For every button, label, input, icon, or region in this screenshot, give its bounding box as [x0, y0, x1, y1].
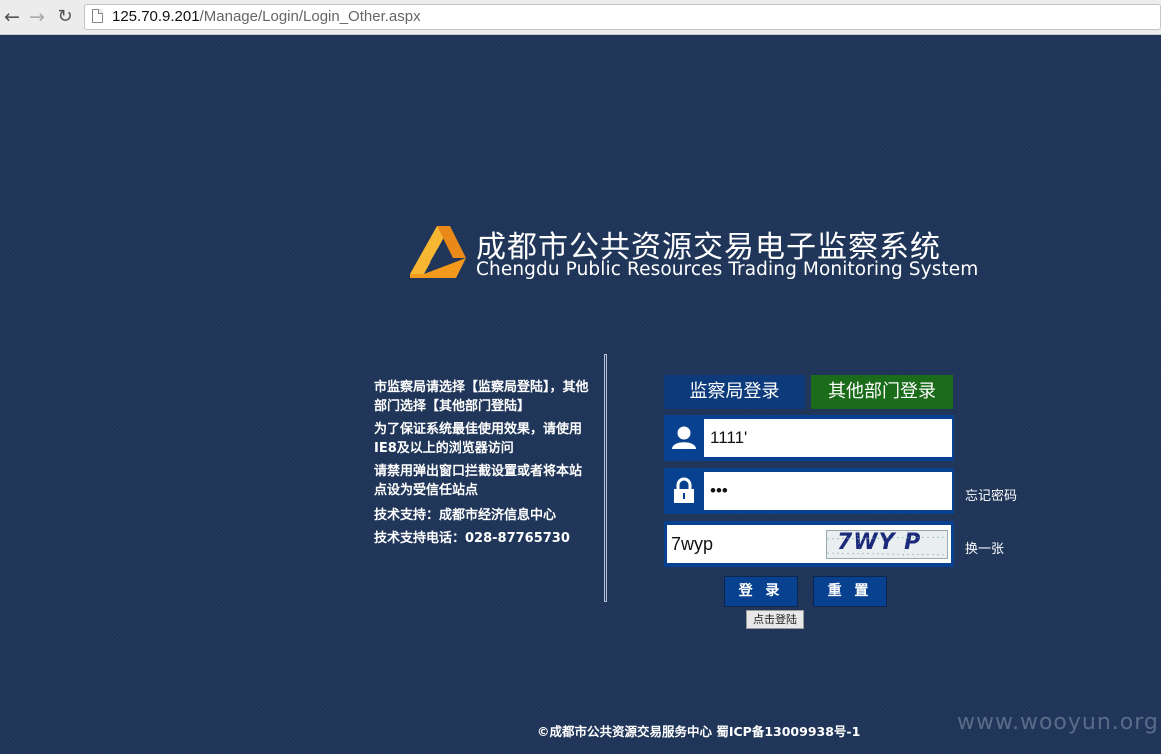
- browser-toolbar: ← → ↻ 125.70.9.201/Manage/Login/Login_Ot…: [0, 0, 1161, 35]
- password-row: [664, 468, 954, 514]
- forward-arrow-icon[interactable]: →: [27, 6, 47, 28]
- address-bar[interactable]: 125.70.9.201/Manage/Login/Login_Other.as…: [84, 4, 1161, 30]
- password-input[interactable]: [704, 472, 952, 510]
- logo-icon: [410, 226, 466, 278]
- back-arrow-icon[interactable]: ←: [2, 6, 22, 28]
- login-notice: 市监察局请选择【监察局登陆】，其他部门选择【其他部门登陆】 为了保证系统最佳使用…: [374, 378, 589, 552]
- forgot-password-link[interactable]: 忘记密码: [965, 485, 1017, 504]
- captcha-image[interactable]: 7WY P: [826, 530, 948, 559]
- tab-jcj-login[interactable]: 监察局登录: [664, 375, 805, 409]
- system-title-en: Chengdu Public Resources Trading Monitor…: [476, 259, 979, 280]
- page-icon: [92, 9, 103, 23]
- change-captcha-link[interactable]: 换一张: [965, 538, 1004, 557]
- tab-other-login[interactable]: 其他部门登录: [811, 375, 953, 409]
- notice-line: 为了保证系统最佳使用效果，请使用IE8及以上的浏览器访问: [374, 422, 583, 456]
- username-input[interactable]: [704, 419, 952, 457]
- reset-button[interactable]: 重 置: [813, 576, 887, 607]
- url-host: 125.70.9.201: [112, 8, 200, 25]
- footer-copyright: ©成都市公共资源交易服务中心 蜀ICP备13009938号-1: [537, 724, 861, 739]
- support-phone: 技术支持电话：028-87765730: [374, 531, 570, 546]
- lock-icon: [674, 477, 694, 503]
- url-path: /Manage/Login/Login_Other.aspx: [199, 8, 421, 25]
- support-text: 技术支持：成都市经济信息中心: [374, 508, 557, 523]
- notice-line: 市监察局请选择【监察局登陆】，其他部门选择【其他部门登陆】: [374, 380, 589, 414]
- reload-icon[interactable]: ↻: [55, 6, 75, 28]
- captcha-noise: [827, 531, 947, 558]
- url-text[interactable]: 125.70.9.201/Manage/Login/Login_Other.as…: [112, 8, 421, 25]
- login-tooltip: 点击登陆: [746, 610, 804, 629]
- watermark: www.wooyun.org: [957, 710, 1159, 735]
- username-row: [664, 415, 954, 461]
- user-icon: [672, 426, 696, 449]
- login-button[interactable]: 登 录: [724, 576, 798, 607]
- notice-line: 请禁用弹出窗口拦截设置或者将本站点设为受信任站点: [374, 464, 583, 498]
- vertical-divider: [604, 354, 607, 602]
